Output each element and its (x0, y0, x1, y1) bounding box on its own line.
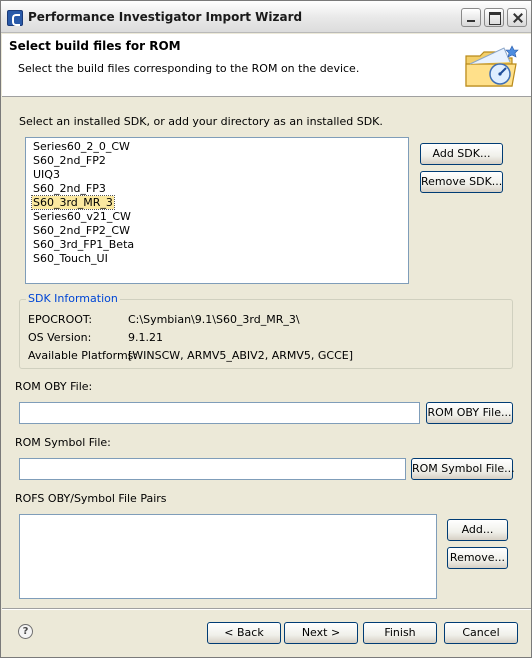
os-version-value: 9.1.21 (128, 331, 163, 344)
next-button[interactable]: Next > (284, 622, 358, 644)
sdk-list-item[interactable]: S60_3rd_FP1_Beta (32, 238, 135, 251)
rofs-add-button[interactable]: Add... (447, 519, 508, 541)
rom-symbol-input[interactable] (19, 458, 406, 480)
maximize-icon[interactable] (484, 8, 504, 27)
add-sdk-button[interactable]: Add SDK... (420, 143, 503, 165)
rom-symbol-label: ROM Symbol File: (15, 436, 111, 449)
platforms-label: Available Platforms: (28, 349, 138, 362)
sdk-list-item[interactable]: Series60_v21_CW (32, 210, 132, 223)
rofs-remove-button[interactable]: Remove... (447, 547, 508, 569)
sdk-list-item[interactable]: S60_2nd_FP2_CW (32, 224, 131, 237)
wizard-header: Select build files for ROM Select the bu… (2, 34, 531, 97)
sdk-list-item[interactable]: Series60_2_0_CW (32, 140, 131, 153)
epocroot-label: EPOCROOT: (28, 313, 93, 326)
sdk-list-item-selected[interactable]: S60_3rd_MR_3 (31, 195, 115, 210)
rom-symbol-browse-button[interactable]: ROM Symbol File... (411, 458, 515, 480)
back-button[interactable]: < Back (207, 622, 281, 644)
cancel-button[interactable]: Cancel (444, 622, 518, 644)
rom-oby-browse-button[interactable]: ROM OBY File... (426, 402, 513, 424)
sdk-information-group: SDK Information EPOCROOT: C:\Symbian\9.1… (19, 292, 513, 369)
sdk-list[interactable]: Series60_2_0_CW S60_2nd_FP2 UIQ3 S60_2nd… (25, 137, 409, 284)
sdk-list-item[interactable]: S60_2nd_FP2 (32, 154, 107, 167)
window-title: Performance Investigator Import Wizard (28, 10, 303, 24)
rofs-pairs-list[interactable] (19, 514, 437, 599)
os-version-label: OS Version: (28, 331, 92, 344)
epocroot-value: C:\Symbian\9.1\S60_3rd_MR_3\ (128, 313, 300, 326)
sdk-information-legend: SDK Information (26, 292, 120, 305)
sdk-list-item[interactable]: S60_2nd_FP3 (32, 182, 107, 195)
sdk-list-item[interactable]: UIQ3 (32, 168, 61, 181)
minimize-icon[interactable] (461, 8, 481, 27)
rofs-pairs-label: ROFS OBY/Symbol File Pairs (15, 492, 167, 505)
rom-oby-label: ROM OBY File: (15, 380, 93, 393)
footer-separator (2, 608, 531, 610)
wizard-window: Performance Investigator Import Wizard S… (0, 0, 532, 658)
help-icon[interactable]: ? (18, 624, 33, 639)
title-bar[interactable]: Performance Investigator Import Wizard (1, 1, 531, 33)
app-icon (7, 10, 23, 26)
finish-button[interactable]: Finish (363, 622, 437, 644)
rom-oby-input[interactable] (19, 402, 420, 424)
sdk-instruction: Select an installed SDK, or add your dir… (19, 115, 383, 128)
wizard-folder-icon (465, 45, 519, 87)
page-description: Select the build files corresponding to … (18, 62, 360, 75)
page-title: Select build files for ROM (9, 39, 181, 53)
close-icon[interactable] (507, 8, 527, 27)
remove-sdk-button[interactable]: Remove SDK... (420, 171, 503, 193)
platforms-value: [WINSCW, ARMV5_ABIV2, ARMV5, GCCE] (128, 349, 353, 362)
sdk-list-item[interactable]: S60_Touch_UI (32, 252, 109, 265)
